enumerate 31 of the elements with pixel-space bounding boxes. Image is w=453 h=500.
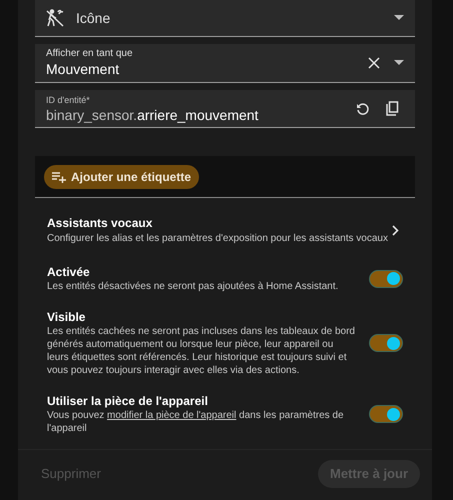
icon-select[interactable]: Icône: [35, 0, 415, 37]
entity-id-field[interactable]: ID d'entité* binary_sensor.arriere_mouvement: [35, 90, 415, 128]
add-list-icon: [52, 170, 66, 182]
icon-value: Icône: [76, 8, 112, 28]
copy-icon[interactable]: [386, 101, 399, 116]
reset-icon[interactable]: [356, 102, 370, 116]
toggle-switch[interactable]: [369, 270, 403, 288]
chevron-right-icon: [392, 224, 399, 236]
setting-title: Activée: [47, 264, 91, 280]
setting-description: Les entités désactivées ne seront pas ajoutées à Home Assistant.: [47, 280, 340, 293]
add-label-button[interactable]: Ajouter une étiquette: [44, 164, 200, 188]
setting-description: Les entités cachées ne seront pas incluses dans les tableaux de bord générés automatiquement ou lorsque leur pièce, leur appareil ou leurs étiquettes sont référencés. Leur historique est toujours suivi et vous pouvez toujours interagir avec elles via des actions.: [47, 325, 356, 377]
toggle-switch[interactable]: [369, 334, 403, 352]
display-as-select[interactable]: Afficher en tant que Mouvement: [35, 44, 415, 83]
entity-id-prefix: binary_sensor.: [46, 106, 138, 124]
entity-id-value: arriere_mouvement: [137, 106, 258, 124]
row-title: Assistants vocaux: [47, 214, 154, 230]
setting-title: Utiliser la pièce de l'appareil: [47, 393, 209, 409]
device-room-link[interactable]: modifier la pièce de l'appareil: [107, 410, 236, 421]
setting-title: Visible: [47, 309, 86, 325]
field-value: Mouvement: [46, 60, 120, 78]
walking-person-icon: [46, 9, 66, 27]
row-description: Configurer les alias et les paramètres d'exposition pour les assistants vocaux: [47, 232, 389, 246]
dropdown-caret-icon: [394, 60, 404, 66]
field-label: ID d'entité*: [46, 94, 91, 106]
setting-description: Vous pouvez modifier la pièce de l'appareil dans les paramètres de l'appareil: [47, 409, 345, 435]
field-label: Afficher en tant que: [46, 48, 134, 60]
voice-assistants-row[interactable]: Assistants vocaux Configurer les alias et les paramètres d'exposition pour les assistants vocaux: [35, 210, 415, 250]
toggle-switch[interactable]: [369, 405, 403, 423]
dropdown-caret-icon: [394, 15, 404, 21]
clear-icon[interactable]: [368, 57, 380, 69]
